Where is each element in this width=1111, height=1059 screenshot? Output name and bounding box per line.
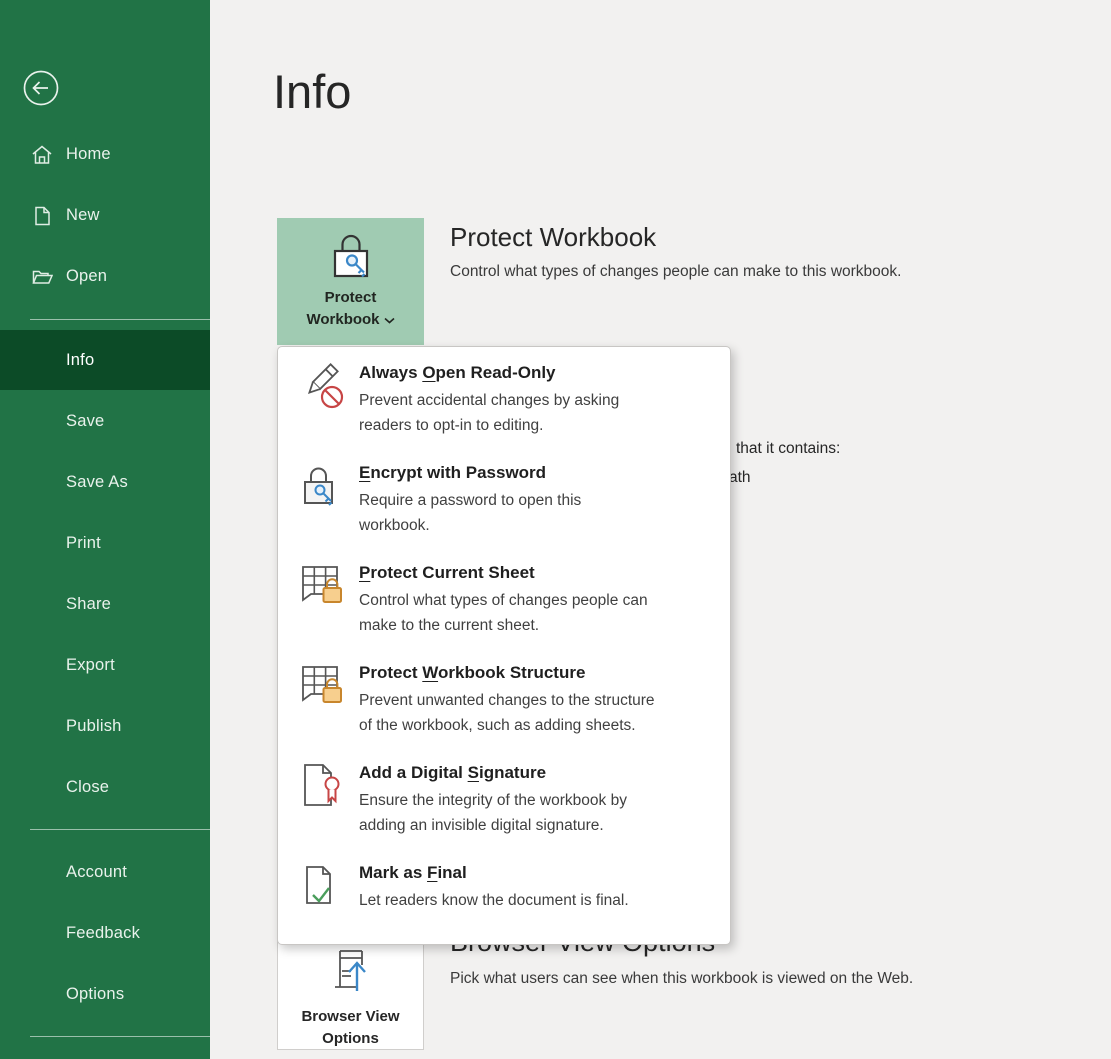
menu-item-description: Let readers know the document is final. <box>359 888 719 938</box>
sidebar-item-label: Open <box>66 267 107 286</box>
lock-key-large-icon <box>328 230 374 287</box>
sidebar-divider <box>30 1036 210 1037</box>
sidebar-item-options[interactable]: Options <box>0 964 210 1025</box>
menu-item-protect-current-sheet[interactable]: Protect Current Sheet Control what types… <box>278 559 732 655</box>
sidebar-item-export[interactable]: Export <box>0 635 210 696</box>
sidebar-item-open[interactable]: Open <box>0 246 210 307</box>
inspect-partial-text-2: ath <box>729 469 751 487</box>
sidebar-item-close[interactable]: Close <box>0 757 210 818</box>
excel-backstage-view: Home New Open Info Save Sav <box>0 0 1111 1059</box>
sidebar-item-share[interactable]: Share <box>0 574 210 635</box>
back-arrow-icon <box>22 94 60 111</box>
protect-workbook-heading: Protect Workbook <box>450 222 656 253</box>
sidebar-item-feedback[interactable]: Feedback <box>0 903 210 964</box>
sidebar-divider <box>30 829 210 830</box>
sheet-lock-icon <box>299 561 347 613</box>
menu-item-title: Always Open Read-Only <box>359 363 719 383</box>
sidebar-item-label: New <box>66 206 100 225</box>
sidebar-divider <box>30 319 210 320</box>
open-folder-icon <box>31 266 53 288</box>
menu-item-description: Ensure the integrity of the workbook by … <box>359 788 719 838</box>
menu-item-description: Prevent unwanted changes to the structur… <box>359 688 719 738</box>
sidebar-item-home[interactable]: Home <box>0 124 210 185</box>
sidebar-item-publish[interactable]: Publish <box>0 696 210 757</box>
menu-item-always-open-read-only[interactable]: Always Open Read-Only Prevent accidental… <box>278 359 732 455</box>
browser-button-label: Browser View Options <box>286 1006 416 1050</box>
menu-item-description: Require a password to open this workbook… <box>359 488 719 538</box>
page-title: Info <box>273 64 351 119</box>
pencil-blocked-icon <box>299 361 347 413</box>
sidebar-item-info[interactable]: Info <box>0 330 210 390</box>
sidebar-item-new[interactable]: New <box>0 185 210 246</box>
menu-item-title: Protect Current Sheet <box>359 563 719 583</box>
menu-item-encrypt-with-password[interactable]: Encrypt with Password Require a password… <box>278 459 732 555</box>
protect-workbook-button[interactable]: Protect Workbook <box>277 218 424 345</box>
protect-workbook-description: Control what types of changes people can… <box>450 263 901 281</box>
menu-item-description: Control what types of changes people can… <box>359 588 719 638</box>
menu-item-title: Encrypt with Password <box>359 463 719 483</box>
sidebar-item-save[interactable]: Save <box>0 391 210 452</box>
lock-key-icon <box>299 461 347 513</box>
sidebar-item-label: Home <box>66 145 111 164</box>
protect-workbook-dropdown-menu: Always Open Read-Only Prevent accidental… <box>277 346 731 945</box>
chevron-down-icon <box>384 311 395 329</box>
inspect-partial-text-1: that it contains: <box>736 440 840 458</box>
menu-item-add-digital-signature[interactable]: Add a Digital Signature Ensure the integ… <box>278 759 732 855</box>
browser-view-icon <box>327 947 375 1002</box>
browser-view-options-description: Pick what users can see when this workbo… <box>450 970 913 988</box>
sidebar-item-print[interactable]: Print <box>0 513 210 574</box>
protect-button-label-1: Protect <box>325 287 377 309</box>
digital-signature-icon <box>299 761 347 813</box>
backstage-sidebar: Home New Open Info Save Sav <box>0 0 210 1059</box>
menu-item-title: Mark as Final <box>359 863 719 883</box>
menu-item-mark-as-final[interactable]: Mark as Final Let readers know the docum… <box>278 859 732 955</box>
menu-item-protect-workbook-structure[interactable]: Protect Workbook Structure Prevent unwan… <box>278 659 732 755</box>
workbook-lock-icon <box>299 661 347 713</box>
protect-button-label-2: Workbook <box>306 309 379 331</box>
mark-final-icon <box>299 861 347 913</box>
back-button[interactable] <box>22 69 60 107</box>
sidebar-item-save-as[interactable]: Save As <box>0 452 210 513</box>
sidebar-item-account[interactable]: Account <box>0 842 210 903</box>
menu-item-title: Protect Workbook Structure <box>359 663 719 683</box>
menu-item-title: Add a Digital Signature <box>359 763 719 783</box>
home-icon <box>31 144 53 166</box>
new-document-icon <box>31 205 53 227</box>
menu-item-description: Prevent accidental changes by asking rea… <box>359 388 719 438</box>
